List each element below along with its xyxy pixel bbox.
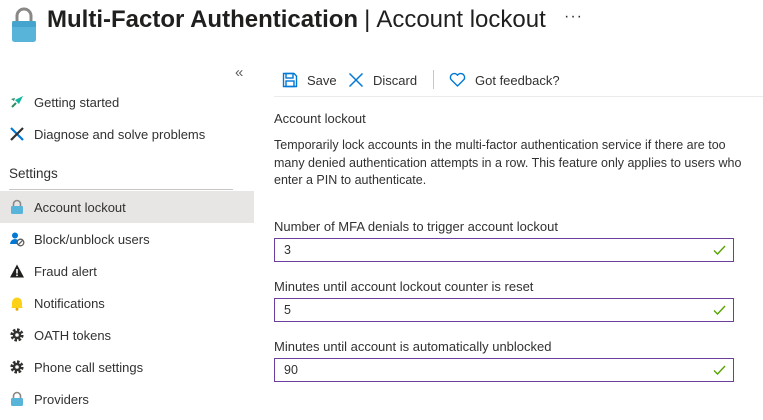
- sidebar-item-account-lockout[interactable]: Account lockout: [0, 191, 254, 223]
- collapse-sidebar-button[interactable]: «: [235, 64, 243, 81]
- lock-icon: [12, 7, 36, 42]
- auto-unblock-input[interactable]: 90: [274, 358, 734, 382]
- sidebar-item-label: Providers: [34, 391, 89, 407]
- sidebar-item-diagnose[interactable]: Diagnose and solve problems: [0, 118, 254, 150]
- rocket-icon: [9, 94, 25, 110]
- check-icon: [713, 365, 726, 376]
- check-icon: [713, 305, 726, 316]
- toolbar-divider: [433, 70, 434, 89]
- user-block-icon: [9, 231, 25, 247]
- gear-icon: [9, 327, 25, 343]
- sidebar-item-label: Getting started: [34, 94, 120, 110]
- save-button[interactable]: Save: [282, 69, 337, 91]
- auto-unblock-label: Minutes until account is automatically u…: [274, 339, 552, 354]
- section-title: Account lockout: [274, 111, 366, 126]
- section-description: Temporarily lock accounts in the multi-f…: [274, 138, 742, 187]
- sidebar-item-getting-started[interactable]: Getting started: [0, 86, 254, 118]
- sidebar-item-notifications[interactable]: Notifications: [0, 287, 254, 319]
- more-options-icon[interactable]: ···: [564, 8, 583, 26]
- sidebar-section-heading: Settings: [9, 166, 58, 181]
- sidebar-item-fraud-alert[interactable]: Fraud alert: [0, 255, 254, 287]
- lock-icon: [9, 199, 25, 215]
- counter-reset-label: Minutes until account lockout counter is…: [274, 279, 534, 294]
- gear-icon: [9, 359, 25, 375]
- mfa-denials-label: Number of MFA denials to trigger account…: [274, 219, 558, 234]
- mfa-denials-input[interactable]: 3: [274, 238, 734, 262]
- sidebar: « Getting started Diagnose and solve pro…: [0, 62, 254, 420]
- field-value: 90: [284, 363, 298, 377]
- sidebar-item-label: Diagnose and solve problems: [34, 126, 206, 142]
- sidebar-item-label: Block/unblock users: [34, 231, 150, 247]
- feedback-button[interactable]: Got feedback?: [449, 69, 560, 91]
- check-icon: [713, 245, 726, 256]
- page-header: Multi-Factor Authentication | Account lock…: [0, 0, 763, 48]
- page-title-main: Multi-Factor Authentication: [47, 6, 359, 33]
- sidebar-item-phone-call-settings[interactable]: Phone call settings: [0, 351, 254, 383]
- discard-button[interactable]: Discard: [348, 69, 417, 91]
- sidebar-item-label: OATH tokens: [34, 327, 112, 343]
- section-divider: [9, 189, 233, 190]
- sidebar-item-block-unblock-users[interactable]: Block/unblock users: [0, 223, 254, 255]
- sidebar-item-label: Notifications: [34, 295, 105, 311]
- sidebar-item-providers[interactable]: Providers: [0, 383, 254, 415]
- warning-icon: [9, 263, 25, 279]
- lock-icon: [9, 391, 25, 407]
- page-title: Multi-Factor Authentication | Account lock…: [47, 6, 546, 34]
- toolbar-divider-line: [274, 96, 763, 97]
- sidebar-item-label: Account lockout: [34, 199, 126, 215]
- sidebar-item-label: Phone call settings: [34, 359, 144, 375]
- field-value: 5: [284, 303, 291, 317]
- counter-reset-input[interactable]: 5: [274, 298, 734, 322]
- command-bar: Save Discard Got feedback?: [274, 64, 763, 96]
- discard-label: Discard: [373, 72, 418, 88]
- page-title-sub: Account lockout: [376, 6, 546, 33]
- save-label: Save: [307, 72, 337, 88]
- wrench-icon: [9, 126, 25, 142]
- bell-icon: [9, 295, 25, 311]
- feedback-label: Got feedback?: [475, 72, 560, 88]
- sidebar-item-oath-tokens[interactable]: OATH tokens: [0, 319, 254, 351]
- heart-icon: [449, 72, 466, 87]
- field-value: 3: [284, 243, 291, 257]
- close-icon: [348, 72, 364, 88]
- sidebar-item-label: Fraud alert: [34, 263, 97, 279]
- title-separator: |: [364, 6, 371, 33]
- save-icon: [282, 72, 298, 88]
